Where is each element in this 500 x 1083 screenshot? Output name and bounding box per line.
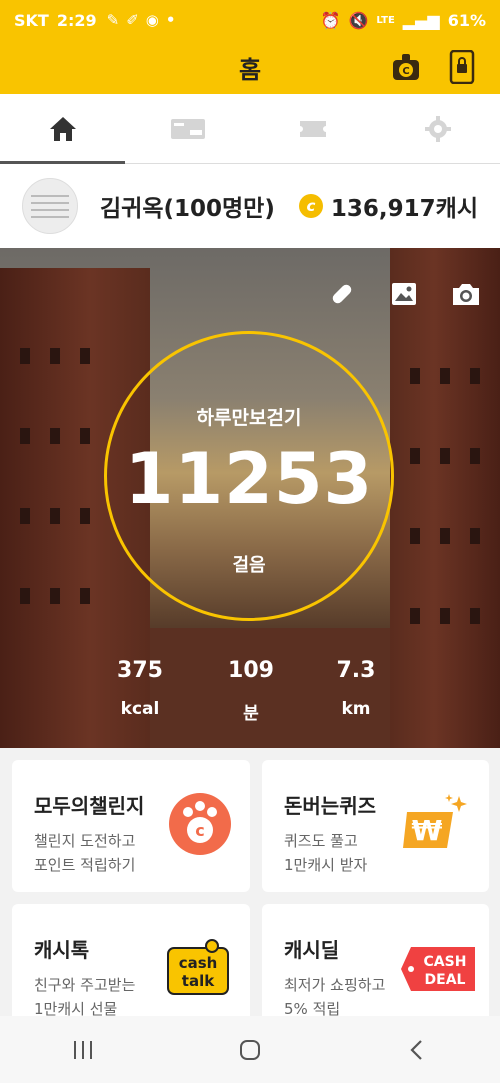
notification-icon: ✎ xyxy=(106,11,120,29)
calories-unit: kcal xyxy=(120,699,160,719)
cash-card-icon xyxy=(170,118,205,139)
recent-apps-button[interactable] xyxy=(58,1030,108,1070)
tab-home[interactable] xyxy=(0,94,125,164)
back-button[interactable] xyxy=(392,1030,442,1070)
cashdeal-logo-line2: DEAL xyxy=(425,972,466,988)
walk-label: 하루만보걷기 xyxy=(196,407,302,429)
cashtalk-logo-line1: cash xyxy=(179,954,218,972)
network-label: LTE xyxy=(376,14,395,26)
cashtalk-card[interactable]: 캐시톡 친구와 주고받는 1만캐시 선물 cash talk xyxy=(12,904,250,1018)
svg-text:c: c xyxy=(195,821,204,840)
ticket-icon xyxy=(299,120,326,137)
cash-amount: 136,917캐시 xyxy=(330,196,478,222)
cashtalk-logo-icon: cash talk xyxy=(166,938,232,1004)
battery-level: 61% xyxy=(447,10,486,30)
user-name: 김귀옥(100명만) xyxy=(100,196,275,222)
camera-icon[interactable] xyxy=(450,278,482,310)
lock-phone-icon[interactable] xyxy=(444,49,480,85)
recent-apps-icon xyxy=(74,1040,93,1059)
cash-machine-icon[interactable]: C xyxy=(388,49,424,85)
minutes-value: 109 xyxy=(228,658,274,683)
system-nav-bar xyxy=(0,1016,500,1083)
back-icon xyxy=(410,1039,422,1060)
cashdeal-card[interactable]: 캐시딜 최저가 쇼핑하고 5% 적립 CASH DEAL xyxy=(262,904,489,1018)
avatar[interactable] xyxy=(22,178,78,234)
quiz-won-icon: ₩ xyxy=(401,792,471,860)
distance-unit: km xyxy=(341,699,371,719)
tab-settings[interactable] xyxy=(375,94,500,163)
home-icon xyxy=(49,116,76,141)
signal-icon: ▂▄▆ xyxy=(402,10,440,30)
alarm-icon: ⏰ xyxy=(320,10,341,30)
svg-text:₩: ₩ xyxy=(412,814,443,847)
calories-value: 375 xyxy=(117,658,163,683)
notification-icon: ◉ xyxy=(145,11,159,29)
minutes-unit: 분 xyxy=(243,704,259,724)
walk-hero: 하루만보걷기 11253 걸음 375 kcal 109 분 7.3 km xyxy=(0,248,500,748)
carrier: SKT xyxy=(14,10,49,30)
step-count: 11253 xyxy=(124,438,374,520)
cash-balance[interactable]: c 136,917캐시 xyxy=(298,189,478,223)
gear-icon xyxy=(424,115,451,142)
paw-coin-icon: c xyxy=(168,792,232,860)
quiz-card[interactable]: 돈버는퀴즈 퀴즈도 풀고 1만캐시 받자 ₩ xyxy=(262,760,489,892)
background-building xyxy=(390,248,500,748)
cashdeal-tag-icon: CASH DEAL xyxy=(399,945,477,997)
page-title: 홈 xyxy=(238,55,262,84)
step-unit: 걸음 xyxy=(232,555,266,576)
app-header: 홈 C xyxy=(0,40,500,94)
home-circle-icon xyxy=(239,1039,260,1060)
distance-stat: 7.3 km xyxy=(316,658,396,719)
image-icon[interactable] xyxy=(388,278,420,310)
cashdeal-logo-line1: CASH xyxy=(424,954,467,970)
dot-icon: • xyxy=(165,11,176,29)
coin-icon: c xyxy=(298,194,323,218)
challenge-card[interactable]: 모두의챌린지 챌린지 도전하고 포인트 적립하기 c xyxy=(12,760,250,892)
clock: 2:29 xyxy=(56,10,97,30)
mute-icon: 🔇 xyxy=(348,10,369,30)
minutes-stat: 109 분 xyxy=(211,658,291,724)
home-button[interactable] xyxy=(225,1030,275,1070)
pill-icon[interactable] xyxy=(326,278,358,310)
svg-text:C: C xyxy=(402,66,409,77)
notification-icon: ✐ xyxy=(126,11,139,29)
tab-ticket[interactable] xyxy=(250,94,375,163)
tab-cash[interactable] xyxy=(125,94,250,163)
tab-bar xyxy=(0,94,500,164)
cashtalk-logo-line2: talk xyxy=(182,972,215,990)
calories-stat: 375 kcal xyxy=(100,658,180,719)
status-bar: SKT 2:29 ✎ ✐ ◉ • ⏰ 🔇 LTE ▂▄▆ 61% xyxy=(0,0,500,40)
distance-value: 7.3 xyxy=(336,658,376,683)
profile-row: 김귀옥(100명만) c 136,917캐시 xyxy=(0,164,500,248)
hero-actions xyxy=(326,278,482,310)
